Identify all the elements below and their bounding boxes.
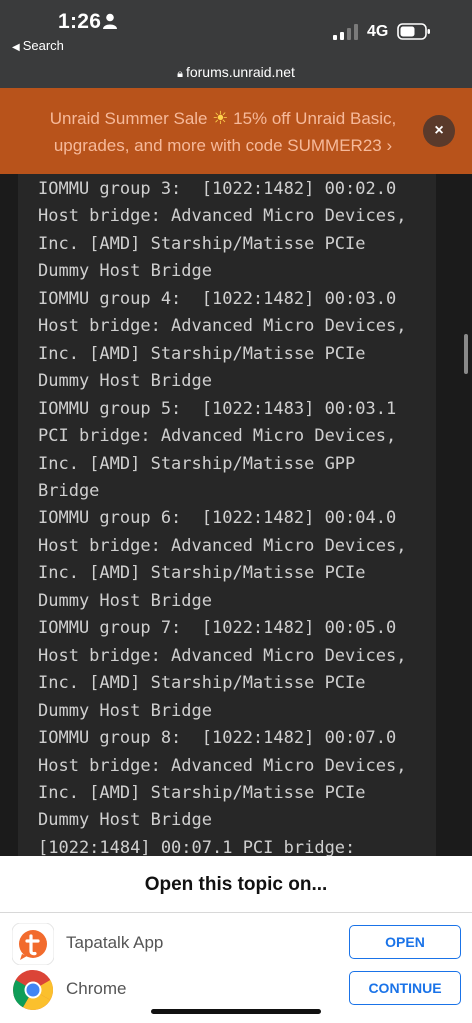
url-text: forums.unraid.net bbox=[185, 64, 295, 80]
code-line: Inc. [AMD] Starship/Matisse PCIe bbox=[38, 673, 366, 694]
code-line: Dummy Host Bridge bbox=[38, 810, 212, 831]
lock-icon: 🔒︎ bbox=[177, 68, 183, 80]
code-line: IOMMU group 6: [1022:1482] 00:04.0 bbox=[38, 508, 397, 529]
sun-icon: ☀ bbox=[212, 108, 229, 128]
address-bar[interactable]: 🔒︎ forums.unraid.net bbox=[0, 64, 472, 81]
code-line: [1022:1484] 00:07.1 PCI bridge: bbox=[38, 837, 356, 856]
code-line: Inc. [AMD] Starship/Matisse PCIe bbox=[38, 233, 366, 254]
code-line: PCI bridge: Advanced Micro Devices, bbox=[38, 426, 397, 447]
code-text: IOMMU group 3: [1022:1482] 00:02.0 Host b… bbox=[38, 176, 406, 856]
open-in-app-sheet: Open this topic on... Tapatalk App OPEN … bbox=[0, 856, 472, 1023]
code-line: IOMMU group 5: [1022:1483] 00:03.1 bbox=[38, 398, 397, 419]
tapatalk-icon bbox=[12, 923, 54, 965]
promo-banner[interactable]: Unraid Summer Sale ☀ 15% off Unraid Basi… bbox=[0, 88, 472, 174]
chevron-right-icon: › bbox=[386, 136, 393, 155]
back-label: Search bbox=[22, 38, 64, 53]
home-indicator bbox=[151, 1009, 321, 1014]
top-chrome: 1:26 ◀ Search 4G 🔒︎ forums.unraid.net bbox=[0, 0, 472, 88]
code-line: Bridge bbox=[38, 480, 100, 501]
sheet-title: Open this topic on... bbox=[144, 874, 328, 895]
code-line: IOMMU group 4: [1022:1482] 00:03.0 bbox=[38, 288, 397, 309]
status-time: 1:26 bbox=[58, 10, 102, 33]
code-line: Host bridge: Advanced Micro Devices, bbox=[38, 316, 407, 337]
back-to-search-link[interactable]: ◀ Search bbox=[12, 38, 64, 53]
code-line: Inc. [AMD] Starship/Matisse PCIe bbox=[38, 563, 366, 584]
code-line: IOMMU group 3: [1022:1482] 00:02.0 bbox=[38, 179, 397, 199]
code-block: IOMMU group 3: [1022:1482] 00:02.0 Host b… bbox=[18, 174, 436, 856]
code-line: Inc. [AMD] Starship/Matisse PCIe bbox=[38, 343, 366, 364]
back-triangle-icon: ◀ bbox=[12, 42, 20, 53]
post-content: IOMMU group 3: [1022:1482] 00:02.0 Host b… bbox=[0, 174, 472, 856]
chrome-icon bbox=[13, 970, 53, 1010]
continue-browser-button[interactable]: CONTINUE bbox=[349, 971, 461, 1005]
code-line: Inc. [AMD] Starship/Matisse PCIe bbox=[38, 782, 366, 803]
app-row-chrome[interactable]: Chrome CONTINUE bbox=[0, 967, 472, 1013]
code-line: Host bridge: Advanced Micro Devices, bbox=[38, 535, 407, 556]
code-line: IOMMU group 8: [1022:1482] 00:07.0 bbox=[38, 728, 397, 749]
code-line: Dummy Host Bridge bbox=[38, 700, 212, 721]
person-icon bbox=[103, 13, 117, 29]
code-line: IOMMU group 7: [1022:1482] 00:05.0 bbox=[38, 618, 397, 639]
code-line: Dummy Host Bridge bbox=[38, 261, 212, 282]
cellular-signal-icon bbox=[333, 24, 358, 40]
app-name: Chrome bbox=[66, 979, 127, 998]
code-line: Host bridge: Advanced Micro Devices, bbox=[38, 755, 407, 776]
code-line: Host bridge: Advanced Micro Devices, bbox=[38, 206, 407, 227]
open-app-button[interactable]: OPEN bbox=[349, 925, 461, 959]
code-line: Host bridge: Advanced Micro Devices, bbox=[38, 645, 407, 666]
sheet-divider bbox=[0, 912, 472, 913]
promo-text-title: Unraid Summer Sale bbox=[49, 109, 208, 128]
code-line: Inc. [AMD] Starship/Matisse GPP bbox=[38, 453, 356, 474]
promo-text[interactable]: Unraid Summer Sale ☀ 15% off Unraid Basi… bbox=[28, 105, 418, 159]
app-name: Tapatalk App bbox=[66, 933, 164, 952]
code-line: Dummy Host Bridge bbox=[38, 590, 212, 611]
promo-close-button[interactable]: × bbox=[423, 115, 455, 147]
battery-icon bbox=[397, 23, 430, 40]
network-type: 4G bbox=[367, 23, 389, 40]
code-line: Dummy Host Bridge bbox=[38, 371, 212, 392]
page-scrollbar[interactable] bbox=[464, 334, 468, 374]
app-row-tapatalk[interactable]: Tapatalk App OPEN bbox=[0, 921, 472, 967]
